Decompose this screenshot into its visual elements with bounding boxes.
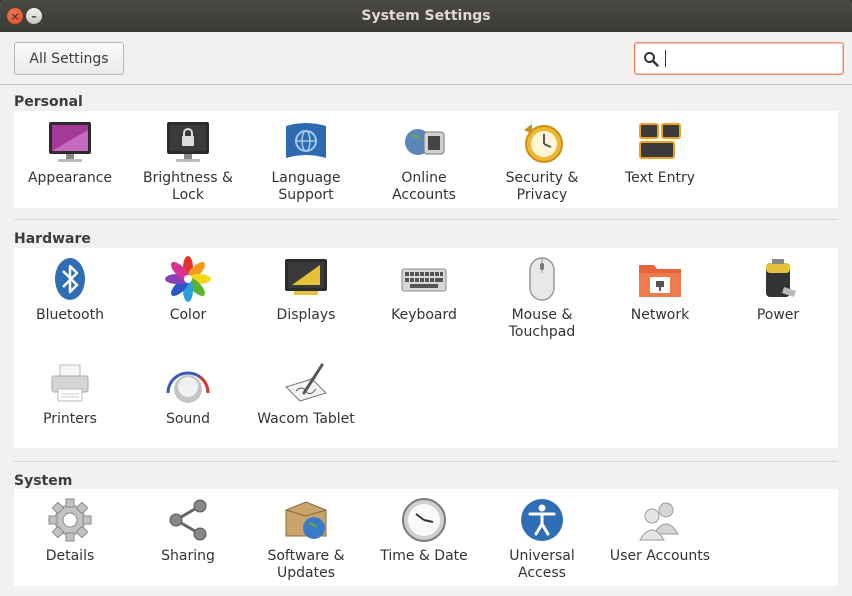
- security-privacy-icon: [524, 124, 563, 163]
- text-caret: [665, 50, 666, 67]
- user-accounts-icon: [639, 502, 679, 541]
- displays-icon: [285, 259, 327, 295]
- item-label: Mouse & Touchpad: [508, 307, 576, 340]
- item-label: Wacom Tablet: [257, 411, 355, 427]
- software-updates-icon: [285, 501, 327, 539]
- toolbar: All Settings: [0, 32, 852, 84]
- item-appearance[interactable]: Appearance: [11, 118, 129, 187]
- section-divider: [14, 461, 838, 462]
- item-label: Language Support: [271, 170, 341, 203]
- bluetooth-icon: [55, 258, 85, 300]
- item-keyboard[interactable]: Keyboard: [365, 255, 483, 324]
- mouse-touchpad-icon: [529, 257, 555, 301]
- item-label: Displays: [276, 307, 336, 323]
- section-title-system: System: [14, 473, 73, 489]
- color-icon: [165, 256, 211, 302]
- item-label: Color: [169, 307, 207, 323]
- search-input[interactable]: [667, 47, 837, 71]
- item-details[interactable]: Details: [11, 496, 129, 565]
- brightness-lock-icon: [167, 122, 209, 162]
- item-label: Security & Privacy: [505, 170, 579, 203]
- item-label: Universal Access: [509, 548, 575, 581]
- window-title: System Settings: [361, 8, 491, 24]
- item-security-privacy[interactable]: Security & Privacy: [483, 118, 601, 204]
- all-settings-button[interactable]: All Settings: [14, 42, 124, 75]
- item-label: Sound: [165, 411, 211, 427]
- item-sound[interactable]: Sound: [129, 359, 247, 428]
- item-wacom-tablet[interactable]: Wacom Tablet: [247, 359, 365, 428]
- item-universal-access[interactable]: Universal Access: [483, 496, 601, 582]
- section-divider: [14, 219, 838, 220]
- item-label: Text Entry: [624, 170, 695, 186]
- settings-window: × – System Settings All Settings Persona…: [0, 0, 852, 596]
- search-icon: [644, 52, 659, 67]
- printers-icon: [51, 364, 89, 402]
- item-label: Printers: [43, 411, 97, 427]
- item-bluetooth[interactable]: Bluetooth: [11, 255, 129, 324]
- search-field[interactable]: [634, 42, 844, 75]
- appearance-icon: [49, 122, 91, 162]
- network-icon: [639, 265, 681, 297]
- keyboard-icon: [401, 268, 447, 292]
- item-label: Power: [756, 307, 800, 323]
- item-online-accounts[interactable]: Online Accounts: [365, 118, 483, 204]
- language-support-icon: [286, 123, 326, 158]
- item-user-accounts[interactable]: User Accounts: [601, 496, 719, 565]
- item-sharing[interactable]: Sharing: [129, 496, 247, 565]
- item-label: Network: [630, 307, 690, 323]
- item-brightness-lock[interactable]: Brightness & Lock: [129, 118, 247, 204]
- item-mouse-touchpad[interactable]: Mouse & Touchpad: [483, 255, 601, 341]
- wacom-tablet-icon: [285, 363, 327, 402]
- item-software-updates[interactable]: Software & Updates: [247, 496, 365, 582]
- item-time-date[interactable]: Time & Date: [365, 496, 483, 565]
- item-label: Brightness & Lock: [143, 170, 233, 203]
- power-icon: [766, 259, 796, 297]
- item-network[interactable]: Network: [601, 255, 719, 324]
- online-accounts-icon: [405, 129, 445, 155]
- item-label: Online Accounts: [392, 170, 456, 203]
- sound-icon: [166, 371, 210, 403]
- item-displays[interactable]: Displays: [247, 255, 365, 324]
- item-printers[interactable]: Printers: [11, 359, 129, 428]
- item-language-support[interactable]: Language Support: [247, 118, 365, 204]
- title-bar[interactable]: × – System Settings: [0, 0, 852, 32]
- item-label: Time & Date: [380, 548, 468, 564]
- item-label: Sharing: [161, 548, 215, 564]
- item-label: Bluetooth: [36, 307, 104, 323]
- item-color[interactable]: Color: [129, 255, 247, 324]
- settings-content: Personal Appearance Brightness & Lock La…: [0, 84, 852, 596]
- item-text-entry[interactable]: Text Entry: [601, 118, 719, 187]
- sharing-icon: [169, 499, 207, 541]
- item-label: Details: [45, 548, 95, 564]
- details-icon: [48, 498, 92, 542]
- universal-access-icon: [521, 499, 563, 541]
- time-date-icon: [402, 498, 446, 542]
- section-title-personal: Personal: [14, 94, 83, 110]
- personal-panel: Appearance Brightness & Lock Language Su…: [14, 111, 838, 208]
- item-label: Keyboard: [391, 307, 457, 323]
- item-label: Appearance: [27, 170, 113, 186]
- item-power[interactable]: Power: [719, 255, 837, 324]
- system-panel: Details Sharing Software & Updates Time …: [14, 489, 838, 586]
- text-entry-icon: [639, 123, 681, 159]
- item-label: Software & Updates: [267, 548, 345, 581]
- hardware-panel: Bluetooth Color Displays Keyboard Mouse …: [14, 248, 838, 448]
- section-title-hardware: Hardware: [14, 231, 91, 247]
- item-label: User Accounts: [609, 548, 711, 564]
